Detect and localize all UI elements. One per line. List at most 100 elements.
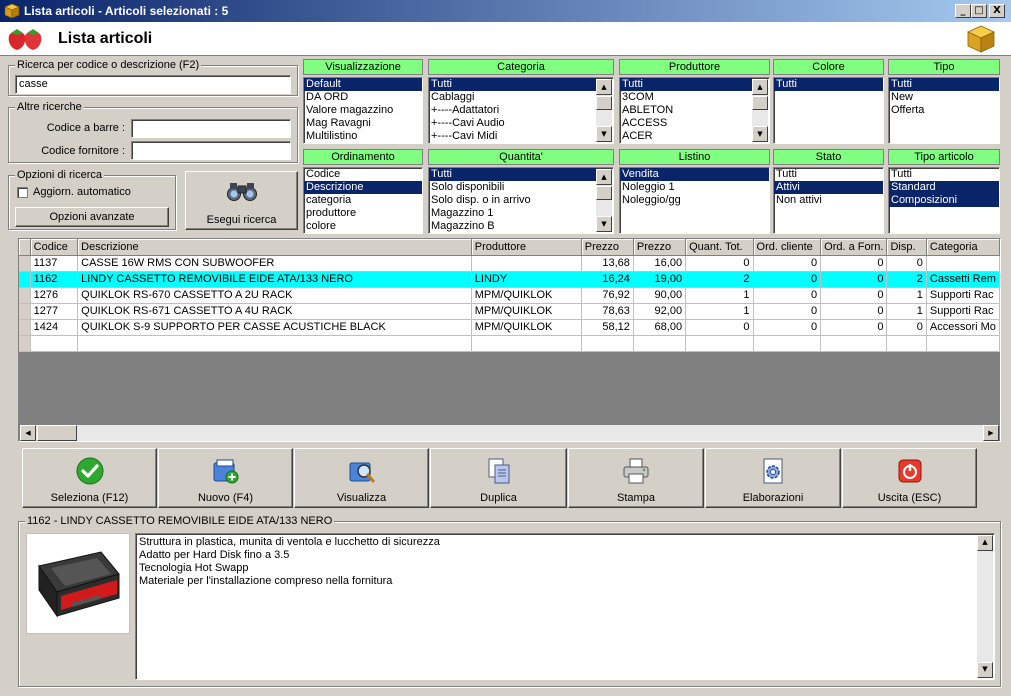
list-scrollbar[interactable]: ▲ ▼ [752, 79, 768, 142]
list-item[interactable]: Magazzino 1 [429, 207, 596, 220]
scroll-up-button[interactable]: ▲ [977, 535, 993, 551]
list-item[interactable]: Offerta [889, 104, 999, 117]
scroll-down-button[interactable]: ▼ [596, 126, 612, 142]
table-row[interactable] [19, 335, 1000, 352]
list-item[interactable]: Magazzino B [429, 220, 596, 233]
row-indicator[interactable] [19, 335, 31, 352]
list-item[interactable]: Noleggio 1 [620, 181, 769, 194]
ordinamento-list[interactable]: Codice Descrizione categoria produttore colo… [303, 167, 423, 234]
column-header[interactable]: Prezzo [633, 239, 687, 256]
list-item[interactable]: +----Cavi Audio [429, 117, 596, 130]
column-header[interactable]: Descrizione [77, 239, 472, 256]
table-row[interactable]: 1162 LINDY CASSETTO REMOVIBILE EIDE ATA/1… [19, 271, 1000, 288]
list-item[interactable]: Solo disponibili [429, 181, 596, 194]
barcode-input[interactable] [131, 119, 291, 138]
list-item[interactable]: Multilistino [304, 130, 422, 143]
list-item[interactable]: Tutti [889, 78, 999, 91]
advanced-options-button[interactable]: Opzioni avanzate [15, 207, 169, 227]
listino-list[interactable]: Vendita Noleggio 1 Noleggio/gg [619, 167, 770, 234]
scroll-up-button[interactable]: ▲ [596, 79, 612, 95]
list-item[interactable]: +----Cavi Midi [429, 130, 596, 143]
list-item[interactable]: colore [304, 220, 422, 233]
column-header[interactable]: Quant. Tot. [685, 239, 754, 256]
table-row[interactable]: 1276 QUIKLOK RS-670 CASSETTO A 2U RACK MPM… [19, 287, 1000, 304]
scroll-down-button[interactable]: ▼ [977, 662, 993, 678]
list-item[interactable]: Non attivi [774, 194, 883, 207]
scroll-thumb[interactable] [596, 96, 612, 110]
scroll-down-button[interactable]: ▼ [596, 216, 612, 232]
list-item[interactable]: categoria [304, 194, 422, 207]
row-indicator[interactable] [19, 271, 31, 288]
row-indicator[interactable] [19, 303, 31, 320]
column-header[interactable]: Ord. cliente [753, 239, 822, 256]
column-header[interactable]: Codice [30, 239, 79, 256]
list-item[interactable]: Noleggio/gg [620, 194, 769, 207]
list-scrollbar[interactable]: ▲ ▼ [596, 169, 612, 232]
list-item[interactable]: +----Adattatori [429, 104, 596, 117]
list-item[interactable]: ACCESS [620, 117, 752, 130]
quantita-list[interactable]: Tutti Solo disponibili Solo disp. o in arr… [428, 167, 614, 234]
list-item[interactable]: produttore [304, 207, 422, 220]
list-item[interactable]: Vendita [620, 168, 769, 181]
produttore-list[interactable]: Tutti 3COM ABLETON ACCESS ACER ▲ ▼ [619, 77, 770, 144]
table-row[interactable]: 1137 CASSE 16W RMS CON SUBWOOFER 13,68 16,0… [19, 255, 1000, 272]
list-item[interactable]: Standard [889, 181, 999, 194]
row-indicator[interactable] [19, 255, 31, 272]
search-input[interactable]: casse [15, 75, 291, 94]
scroll-down-button[interactable]: ▼ [752, 126, 768, 142]
visualizzazione-list[interactable]: Default DA ORD Valore magazzino Mag Ravagni… [303, 77, 423, 144]
list-item[interactable]: Composizioni [889, 194, 999, 207]
list-item[interactable]: New [889, 91, 999, 104]
select-button[interactable]: Seleziona (F12) [22, 448, 157, 508]
duplicate-button[interactable]: Duplica [430, 448, 567, 508]
tipo-articolo-list[interactable]: Tutti Standard Composizioni [888, 167, 1000, 234]
list-item[interactable]: Descrizione [304, 181, 422, 194]
tipo-list[interactable]: Tutti New Offerta [888, 77, 1000, 144]
list-item[interactable]: 3COM [620, 91, 752, 104]
table-row[interactable]: 1424 QUIKLOK S-9 SUPPORTO PER CASSE ACUST… [19, 319, 1000, 336]
column-header[interactable]: Prezzo [581, 239, 634, 256]
close-button[interactable]: X [989, 4, 1005, 18]
column-header[interactable]: Categoria [926, 239, 1000, 256]
scroll-up-button[interactable]: ▲ [752, 79, 768, 95]
list-item[interactable]: ACER [620, 130, 752, 143]
row-indicator[interactable] [19, 319, 31, 336]
list-item[interactable]: Codice [304, 168, 422, 181]
list-item[interactable]: Cablaggi [429, 91, 596, 104]
scroll-up-button[interactable]: ▲ [596, 169, 612, 185]
maximize-button[interactable]: □ [971, 4, 987, 18]
list-item[interactable]: Tutti [774, 78, 883, 91]
articles-grid[interactable]: Codice Descrizione Produttore Prezzo Prezzo Q… [18, 238, 1001, 442]
list-item[interactable]: ABLETON [620, 104, 752, 117]
list-item[interactable]: Valore magazzino [304, 104, 422, 117]
list-item[interactable]: Tutti [774, 168, 883, 181]
title-bar[interactable]: Lista articoli - Articoli selezionati : … [0, 0, 1011, 22]
column-header[interactable]: Produttore [471, 239, 582, 256]
list-item[interactable]: Default [304, 78, 422, 91]
list-item[interactable]: Tutti [889, 168, 999, 181]
scroll-right-button[interactable]: ▶ [983, 425, 999, 441]
run-search-button[interactable]: Esegui ricerca [185, 171, 298, 230]
new-button[interactable]: Nuovo (F4) [158, 448, 293, 508]
colore-list[interactable]: Tutti [773, 77, 884, 144]
processing-button[interactable]: Elaborazioni [705, 448, 841, 508]
scroll-left-button[interactable]: ◀ [20, 425, 36, 441]
auto-update-checkbox[interactable] [17, 187, 28, 198]
list-item[interactable]: Tutti [429, 78, 596, 91]
scroll-thumb[interactable] [596, 186, 612, 200]
description-scrollbar[interactable]: ▲ ▼ [977, 535, 993, 678]
print-button[interactable]: Stampa [568, 448, 704, 508]
column-header[interactable]: Disp. [886, 239, 927, 256]
grid-horizontal-scrollbar[interactable]: ◀ ▶ [20, 425, 999, 441]
column-header[interactable]: Ord. a Forn. [820, 239, 888, 256]
list-item[interactable]: DA ORD [304, 91, 422, 104]
list-item[interactable]: Tutti [620, 78, 752, 91]
list-item[interactable]: Attivi [774, 181, 883, 194]
categoria-list[interactable]: Tutti Cablaggi +----Adattatori +----Cavi Au… [428, 77, 614, 144]
product-description[interactable]: Struttura in plastica, munita di ventola… [135, 533, 995, 680]
supplier-code-input[interactable] [131, 141, 291, 160]
scroll-thumb[interactable] [752, 96, 768, 110]
list-item[interactable]: Tutti [429, 168, 596, 181]
scroll-thumb[interactable] [37, 425, 77, 441]
minimize-button[interactable]: _ [955, 4, 971, 18]
